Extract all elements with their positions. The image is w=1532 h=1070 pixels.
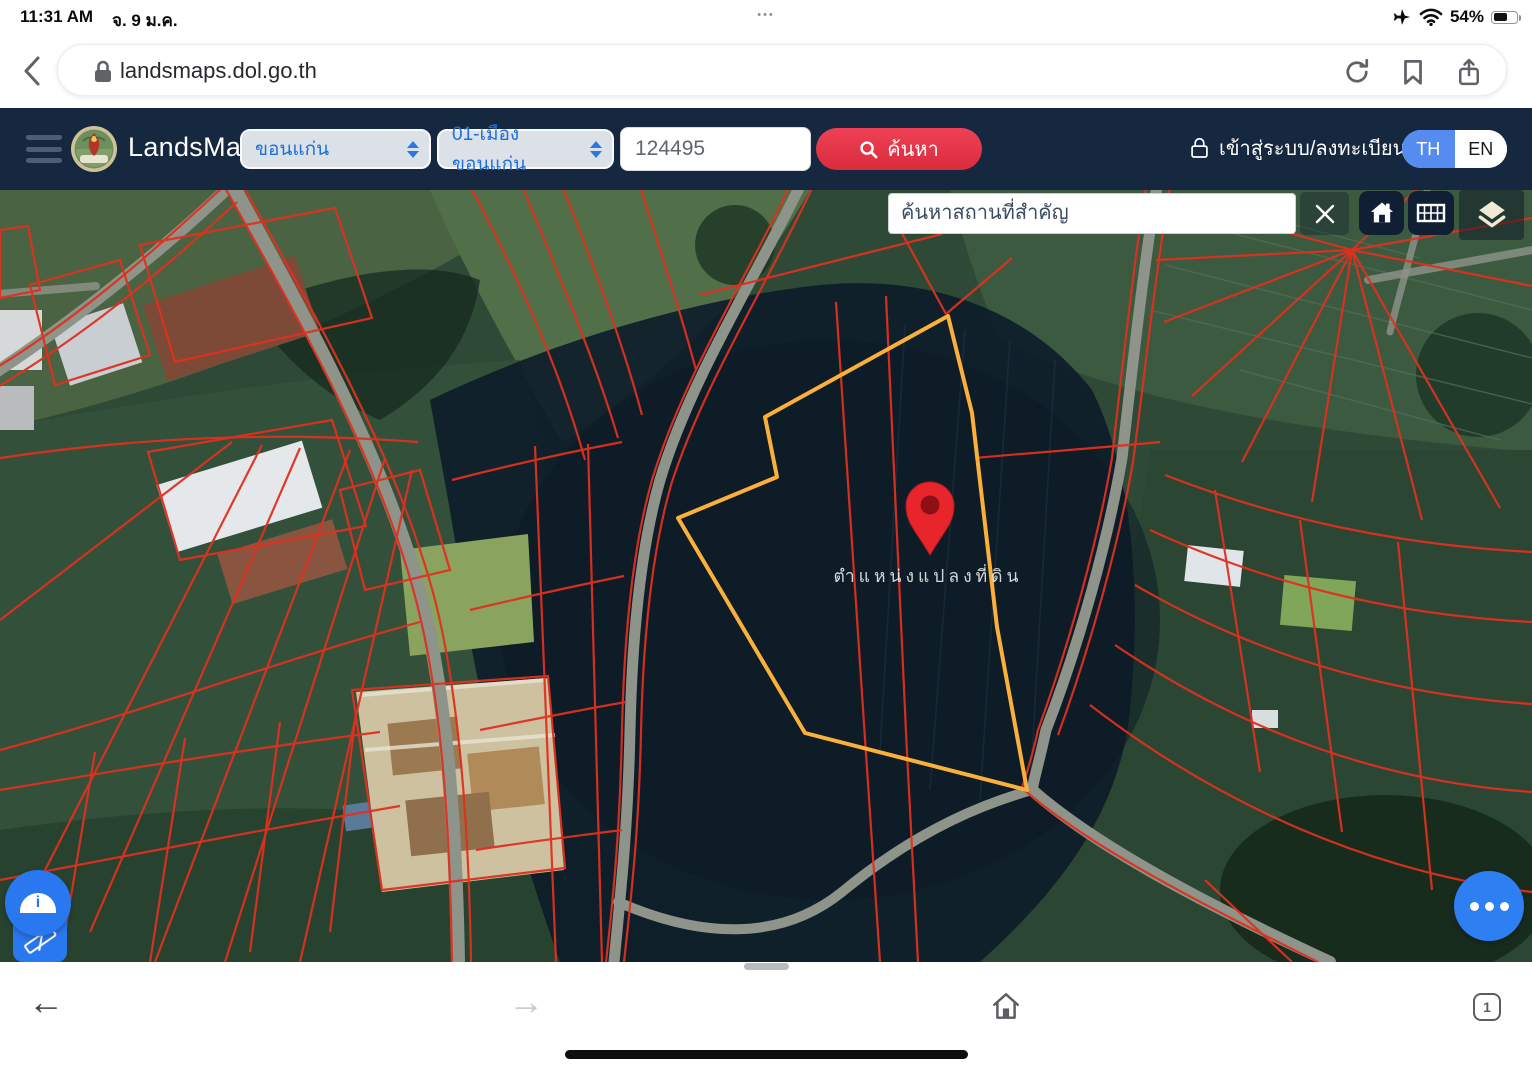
url-text: landsmaps.dol.go.th [120,58,317,84]
dot [1470,902,1479,911]
parcel-number-input[interactable] [620,127,811,171]
status-bar: 11:31 AM จ. 9 ม.ค. ••• 54% [0,0,1532,34]
home-indicator[interactable] [565,1050,968,1059]
landsmaps-header: LandsMaps ขอนแก่น 01-เมืองขอนแก่น ค้นหา … [0,108,1532,190]
battery-icon [1491,11,1518,24]
browser-toolbar: landsmaps.dol.go.th [0,34,1532,108]
magnifier-icon [859,140,878,159]
map-layers-button[interactable] [1459,190,1524,240]
info-icon [20,893,56,913]
select-updown-icon [407,141,419,158]
layers-icon [1475,198,1509,232]
dot [1485,902,1494,911]
info-button[interactable] [5,870,71,936]
district-select[interactable]: 01-เมืองขอนแก่น [437,129,614,169]
login-lock-icon [1190,136,1209,160]
nav-home-button[interactable] [990,990,1022,1027]
search-button[interactable]: ค้นหา [816,128,982,170]
map-grid-button[interactable] [1408,191,1454,235]
url-bar[interactable]: landsmaps.dol.go.th [57,44,1507,96]
reload-icon[interactable] [1342,57,1372,87]
search-button-label: ค้นหา [887,133,938,165]
nav-back-button[interactable]: ← [28,984,64,1020]
browser-back-button[interactable] [14,49,50,93]
bookmark-icon[interactable] [1398,57,1428,87]
lang-th-button[interactable]: TH [1402,130,1455,168]
select-updown-icon [590,141,602,158]
grid-icon [1416,201,1446,225]
secure-lock-icon [92,59,114,85]
dol-emblem-logo [70,125,118,173]
clear-search-button[interactable] [1300,192,1349,235]
place-search-input[interactable] [888,193,1296,234]
wifi-icon [1419,8,1443,26]
district-value: 01-เมืองขอนแก่น [452,119,590,179]
nav-forward-button: → [508,984,544,1020]
login-register-link[interactable]: เข้าสู่ระบบ/ลงทะเบียน [1190,132,1406,164]
share-icon[interactable] [1454,57,1484,87]
map-viewport[interactable]: ตำแหน่งแปลงที่ดิน [0,190,1532,962]
lang-en-button[interactable]: EN [1455,130,1508,168]
satellite-map-canvas[interactable]: ตำแหน่งแปลงที่ดิน [0,190,1532,962]
home-outline-icon [990,990,1022,1022]
airplane-mode-icon [1392,7,1412,27]
tab-switcher-button[interactable]: 1 [1473,993,1501,1021]
close-icon [1314,203,1336,225]
language-toggle: TH EN [1402,130,1507,168]
menu-hamburger-icon[interactable] [26,132,62,166]
home-icon [1368,199,1396,227]
multitask-dots-icon: ••• [0,9,1532,21]
toolbar-drag-handle[interactable] [744,963,789,970]
parcel-pin-label: ตำแหน่งแปลงที่ดิน [833,564,1022,586]
map-home-button[interactable] [1359,191,1404,235]
browser-bottom-toolbar: ← → 1 [0,962,1532,1070]
tab-count: 1 [1483,999,1491,1015]
battery-percent: 54% [1450,7,1484,27]
more-options-button[interactable] [1454,871,1524,941]
province-value: ขอนแก่น [255,134,329,164]
province-select[interactable]: ขอนแก่น [240,129,431,169]
login-register-label: เข้าสู่ระบบ/ลงทะเบียน [1219,132,1406,164]
dot [1500,902,1509,911]
